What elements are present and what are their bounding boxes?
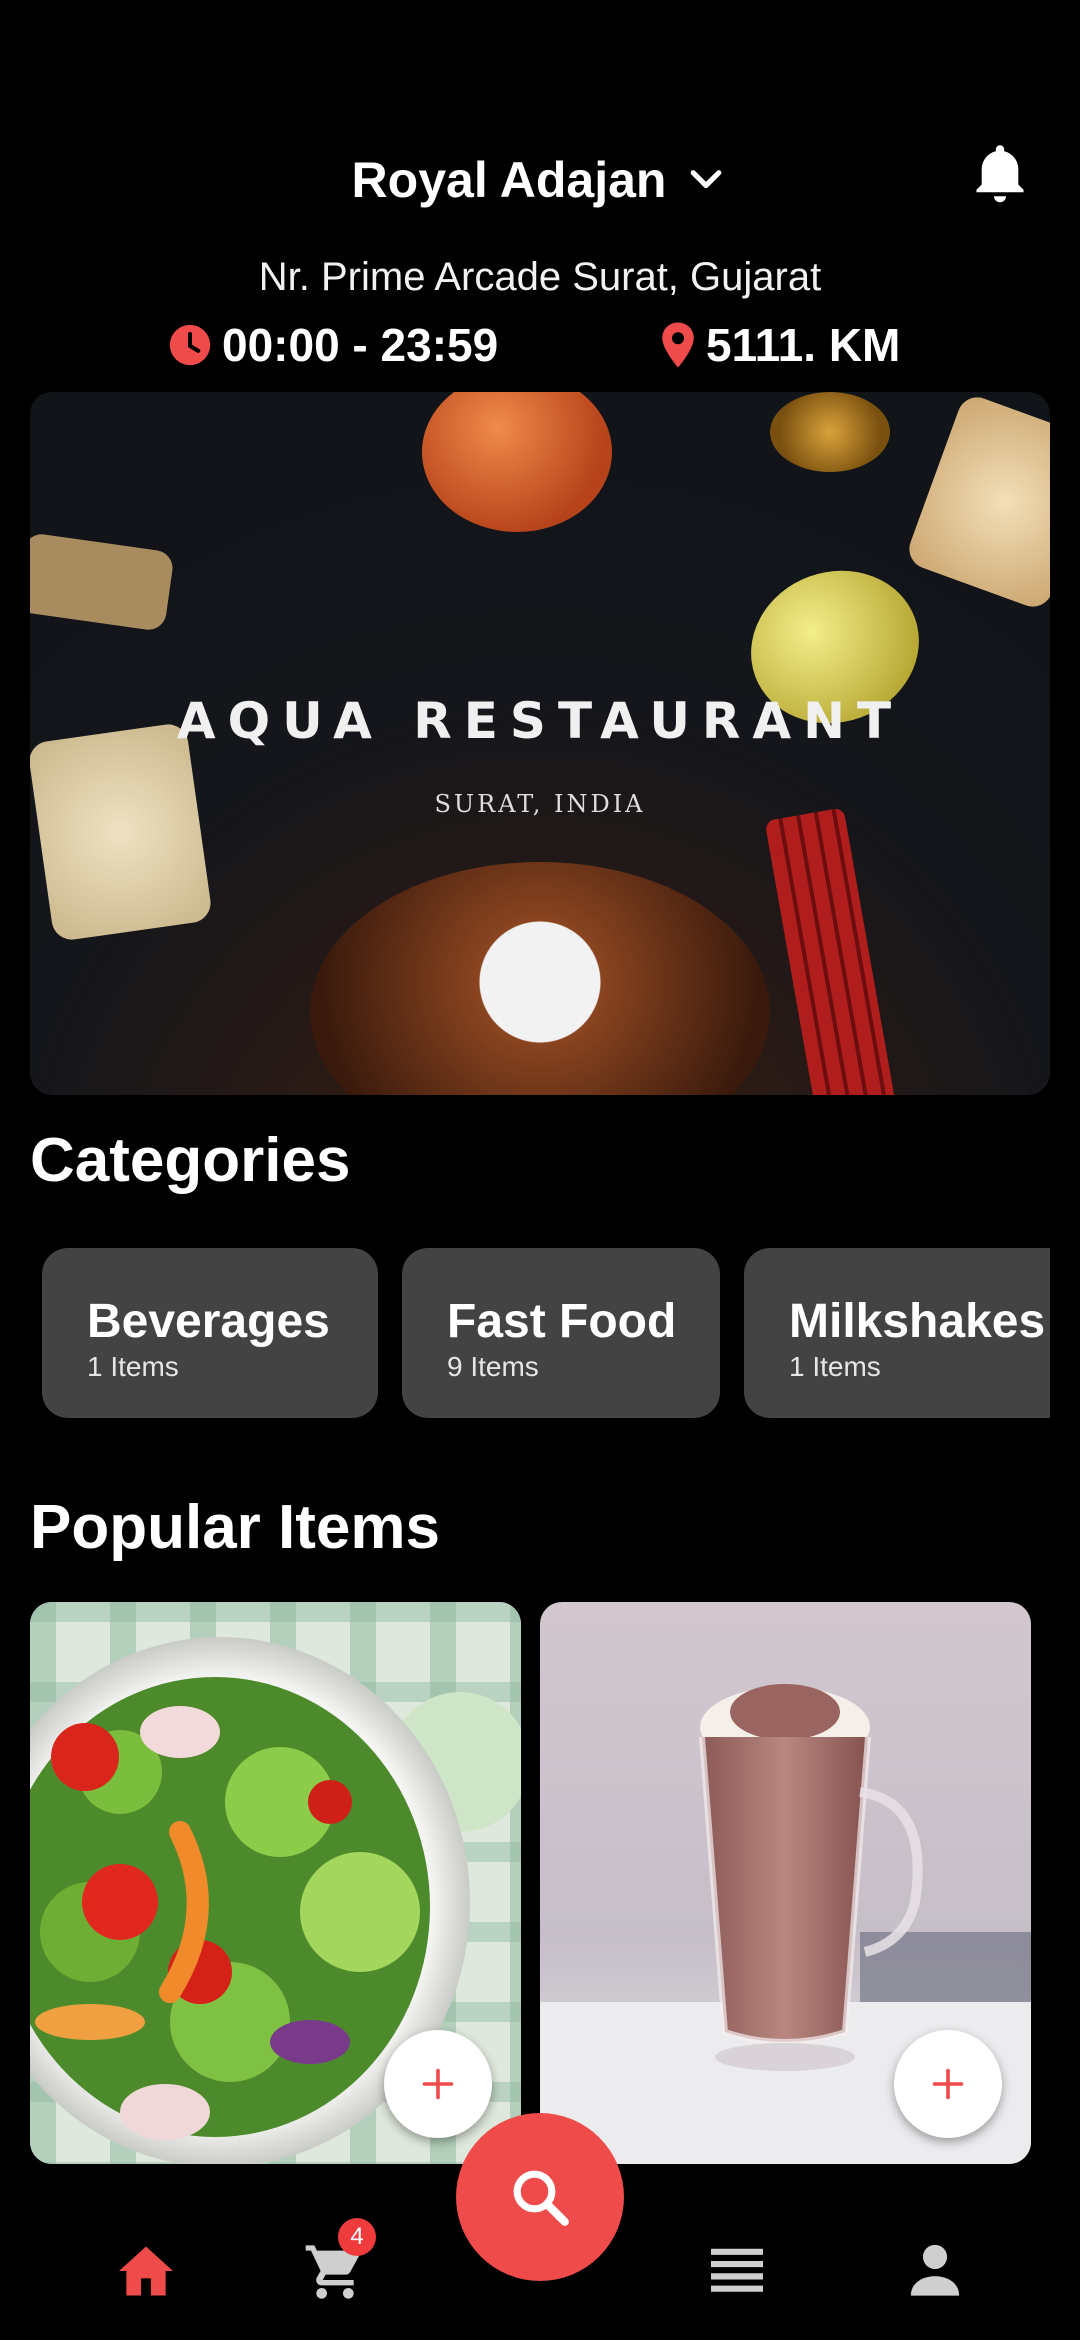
plus-icon xyxy=(932,2068,964,2100)
banner-title: AQUA RESTAURANT xyxy=(176,692,904,750)
store-selector[interactable]: Royal Adajan xyxy=(0,140,1080,220)
categories-list[interactable]: Beverages 1 Items Fast Food 9 Items Milk… xyxy=(42,1248,1050,1420)
cork-decoration xyxy=(30,531,175,633)
banner-subtitle: SURAT, INDIA xyxy=(434,790,646,818)
hours-text: 00:00 - 23:59 xyxy=(222,319,499,371)
plus-icon xyxy=(422,2068,454,2100)
distance-text: 5111. KM xyxy=(706,319,901,371)
napkin-decoration xyxy=(764,807,896,1095)
category-name: Fast Food xyxy=(447,1295,677,1348)
category-name: Milkshakes xyxy=(789,1295,1046,1348)
menu-list-icon[interactable] xyxy=(708,2244,766,2296)
add-to-cart-button[interactable] xyxy=(894,2030,1002,2138)
distance: 5111. KM xyxy=(660,318,900,372)
bell-icon[interactable] xyxy=(968,140,1032,208)
popular-item-card[interactable] xyxy=(30,1602,521,2164)
store-meta: 00:00 - 23:59 5111. KM xyxy=(0,318,1080,382)
cart-count-badge: 4 xyxy=(338,2218,376,2256)
search-fab-button[interactable] xyxy=(456,2113,624,2281)
cart-button[interactable]: 4 xyxy=(302,2218,376,2304)
store-address: Nr. Prime Arcade Surat, Gujarat xyxy=(258,255,822,299)
categories-title: Categories xyxy=(30,1126,351,1195)
store-name: Royal Adajan xyxy=(351,152,667,208)
tomato-decoration xyxy=(422,392,612,532)
popular-items-title: Popular Items xyxy=(30,1493,440,1562)
chevron-down-icon xyxy=(691,170,722,189)
search-icon xyxy=(513,2170,569,2226)
category-count: 1 Items xyxy=(87,1351,179,1382)
spice-decoration xyxy=(770,392,890,472)
location-pin-icon xyxy=(662,322,694,368)
home-icon[interactable] xyxy=(116,2244,176,2298)
category-count: 1 Items xyxy=(789,1351,881,1382)
category-card[interactable]: Milkshakes 1 Items xyxy=(744,1248,1050,1418)
profile-icon[interactable] xyxy=(906,2240,964,2298)
opening-hours: 00:00 - 23:59 xyxy=(168,318,498,372)
popular-item-card[interactable] xyxy=(540,1602,1031,2164)
clock-icon xyxy=(169,324,211,366)
pan-decoration xyxy=(310,862,770,1095)
category-count: 9 Items xyxy=(447,1351,539,1382)
bread-decoration xyxy=(30,721,214,943)
category-name: Beverages xyxy=(87,1295,330,1348)
category-card[interactable]: Fast Food 9 Items xyxy=(402,1248,720,1418)
add-to-cart-button[interactable] xyxy=(384,2030,492,2138)
bread-decoration-right xyxy=(903,392,1050,613)
restaurant-banner[interactable]: AQUA RESTAURANT SURAT, INDIA xyxy=(30,392,1050,1095)
category-card[interactable]: Beverages 1 Items xyxy=(42,1248,378,1418)
